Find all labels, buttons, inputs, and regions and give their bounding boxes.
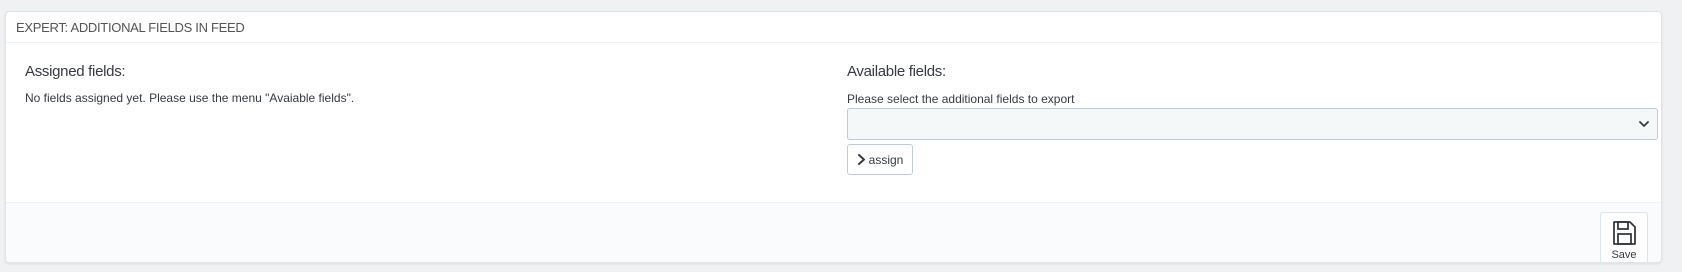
assigned-fields-section: Assigned fields: No fields assigned yet.…: [25, 63, 354, 105]
available-fields-select[interactable]: [847, 108, 1658, 140]
save-button-label: Save: [1611, 248, 1637, 261]
chevron-down-icon: [1639, 121, 1649, 127]
assigned-fields-empty-text: No fields assigned yet. Please use the m…: [25, 91, 355, 105]
assign-button[interactable]: assign: [847, 144, 913, 175]
panel-body: Assigned fields: No fields assigned yet.…: [6, 43, 1661, 201]
panel-heading: EXPERT: ADDITIONAL FIELDS IN FEED: [6, 12, 1661, 43]
available-fields-title: Available fields:: [847, 63, 946, 80]
available-fields-section: Available fields: Please select the addi…: [847, 63, 1661, 175]
save-button[interactable]: Save: [1600, 212, 1648, 262]
panel-footer: Save: [6, 202, 1661, 262]
additional-fields-panel: EXPERT: ADDITIONAL FIELDS IN FEED Assign…: [5, 11, 1662, 263]
floppy-disk-icon: [1613, 220, 1636, 245]
chevron-right-icon: [857, 154, 865, 165]
panel-title: EXPERT: ADDITIONAL FIELDS IN FEED: [16, 19, 245, 35]
assign-button-label: assign: [868, 152, 904, 167]
assigned-fields-title: Assigned fields:: [25, 63, 126, 80]
available-fields-help: Please select the additional fields to e…: [847, 92, 1075, 106]
